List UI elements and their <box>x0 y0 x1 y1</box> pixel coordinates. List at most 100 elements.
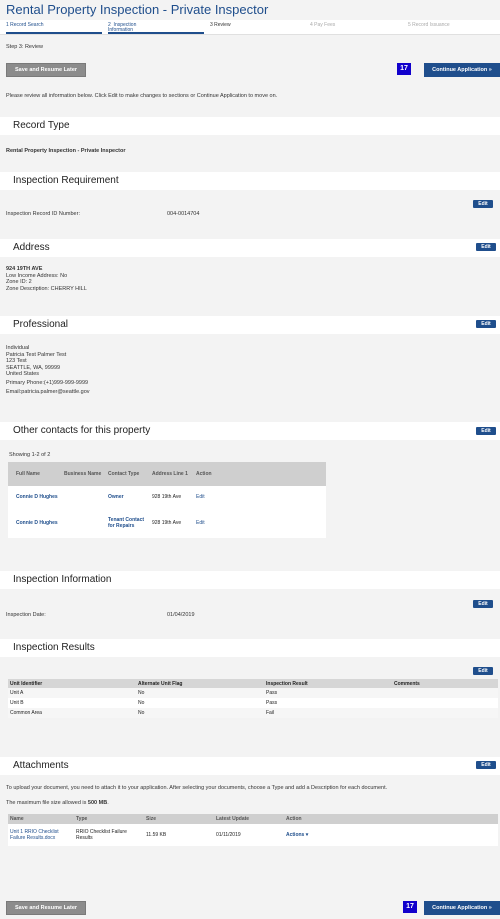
unit-identifier: Unit B <box>10 700 24 706</box>
alternate-unit-flag: No <box>138 710 145 716</box>
attachment-name-link[interactable]: Unit 1 RRIO Checklist Failure Results.do… <box>8 824 74 846</box>
contact-name-link[interactable]: Connie D Hughes <box>8 486 62 508</box>
contact-type: Owner <box>106 486 150 508</box>
address-zone-description: Zone Description: CHERRY HILL <box>6 285 87 292</box>
professional-email: Email:patricia.palmer@seattle.gov <box>6 389 90 395</box>
step-label: 2 Inspection Information <box>108 22 137 33</box>
step-inspection-information[interactable]: 2 Inspection Information <box>108 20 204 34</box>
max-file-size-text: The maximum file size allowed is 500 MB. <box>6 800 109 806</box>
step-record-issuance: 5 Record Issuance <box>408 20 498 34</box>
attachment-size: 11.59 KB <box>144 824 214 846</box>
save-resume-later-button[interactable]: Save and Resume Later <box>6 63 86 77</box>
step-label: 4 Pay Fees <box>310 22 336 28</box>
continue-application-button[interactable]: Continue Application » <box>424 901 500 915</box>
comments <box>392 708 498 718</box>
inspection-date-value: 01/04/2019 <box>167 612 195 618</box>
edit-button[interactable]: Edit <box>476 243 496 251</box>
record-type-value: Rental Property Inspection - Private Ins… <box>6 148 126 154</box>
contact-name-link[interactable]: Connie D Hughes <box>8 508 62 538</box>
section-title: Inspection Information <box>13 574 112 585</box>
section-header-attachments: Attachments <box>0 757 500 775</box>
comments <box>392 688 498 698</box>
contact-business <box>62 486 106 508</box>
attachment-type: RRIO Checklist Failure Results <box>74 824 144 846</box>
step-record-search[interactable]: 1 Record Search <box>6 20 102 34</box>
professional-country: United States <box>6 371 40 377</box>
professional-phone: Primary Phone:(+1)999-999-9999 <box>6 379 89 386</box>
inspection-result: Pass <box>266 690 278 696</box>
contact-edit-link[interactable]: Edit <box>194 508 326 538</box>
step-progress-bar: 1 Record Search 2 Inspection Information… <box>0 20 500 35</box>
section-title: Other contacts for this property <box>13 425 151 436</box>
section-header-inspection-requirement: Inspection Requirement <box>0 172 500 190</box>
column-header: Name <box>8 814 74 824</box>
attachments-table: Name Type Size Latest Update Action Unit… <box>8 814 498 846</box>
attachment-actions-dropdown[interactable]: Actions ▾ <box>284 824 498 846</box>
section-title: Attachments <box>13 760 69 771</box>
section-title: Address <box>13 242 50 253</box>
step-pay-fees: 4 Pay Fees <box>310 20 400 34</box>
section-title: Record Type <box>13 120 70 131</box>
table-row: Unit A No Pass <box>8 688 498 698</box>
edit-button[interactable]: Edit <box>473 600 493 608</box>
table-row: Unit B No Pass <box>8 698 498 708</box>
section-header-address: Address <box>0 239 500 257</box>
professional-block: Individual Patricia Test Palmer Test 123… <box>6 345 90 396</box>
edit-button[interactable]: Edit <box>476 320 496 328</box>
step-review: 3 Review <box>210 20 306 34</box>
address-block: 924 19TH AVE Low Income Address: No Zone… <box>6 266 87 292</box>
column-header: Size <box>144 814 214 824</box>
page-title: Rental Property Inspection - Private Ins… <box>6 2 269 17</box>
table-row: Connie D Hughes Tenant Contact for Repai… <box>8 508 326 538</box>
edit-button[interactable]: Edit <box>476 427 496 435</box>
edit-button[interactable]: Edit <box>473 200 493 208</box>
column-header[interactable]: Contact Type <box>106 462 150 486</box>
contact-edit-link[interactable]: Edit <box>194 486 326 508</box>
step-label: 3 Review <box>210 22 231 28</box>
table-header-row: Name Type Size Latest Update Action <box>8 814 498 824</box>
table-row: Connie D Hughes Owner 928 19th Ave Edit <box>8 486 326 508</box>
inspection-result: Fail <box>266 710 275 716</box>
column-header: Type <box>74 814 144 824</box>
inspection-result: Pass <box>266 700 278 706</box>
step-label: 5 Record Issuance <box>408 22 450 28</box>
comments <box>392 698 498 708</box>
max-size-prefix: The maximum file size allowed is <box>6 800 88 806</box>
step-heading: Step 3: Review <box>6 44 43 50</box>
max-size-suffix: . <box>107 800 109 806</box>
column-header: Comments <box>392 679 498 688</box>
inspection-record-id-label: Inspection Record ID Number: <box>6 211 80 217</box>
unit-identifier: Unit A <box>10 690 24 696</box>
section-title: Inspection Requirement <box>13 175 119 186</box>
notification-badge[interactable]: 17 <box>403 901 417 913</box>
edit-button[interactable]: Edit <box>473 667 493 675</box>
contact-business <box>62 508 106 538</box>
column-header[interactable]: Address Line 1 <box>150 462 194 486</box>
save-resume-later-button[interactable]: Save and Resume Later <box>6 901 86 915</box>
table-row: Unit 1 RRIO Checklist Failure Results.do… <box>8 824 498 846</box>
contact-type: Tenant Contact for Repairs <box>106 508 150 538</box>
contacts-showing-count: Showing 1-2 of 2 <box>9 452 51 458</box>
column-header[interactable]: Full Name <box>8 462 62 486</box>
unit-identifier: Common Area <box>10 710 42 716</box>
inspection-record-id-value: 004-0014704 <box>167 211 200 217</box>
column-header[interactable]: Business Name <box>62 462 106 486</box>
contact-address: 928 19th Ave <box>150 486 194 508</box>
continue-application-button[interactable]: Continue Application » <box>424 63 500 77</box>
contact-address: 928 19th Ave <box>150 508 194 538</box>
inspection-results-table: Unit Identifier Alternate Unit Flag Insp… <box>8 679 498 718</box>
edit-button[interactable]: Edit <box>476 761 496 769</box>
alternate-unit-flag: No <box>138 700 145 706</box>
notification-badge[interactable]: 17 <box>397 63 411 75</box>
table-header-row: Full Name Business Name Contact Type Add… <box>8 462 326 486</box>
section-header-inspection-results: Inspection Results <box>0 639 500 657</box>
alternate-unit-flag: No <box>138 690 145 696</box>
inspection-date-label: Inspection Date: <box>6 612 46 618</box>
column-header: Alternate Unit Flag <box>136 679 264 688</box>
column-header: Latest Update <box>214 814 284 824</box>
column-header: Inspection Result <box>264 679 392 688</box>
max-size-value: 500 MB <box>87 800 108 806</box>
section-header-other-contacts: Other contacts for this property <box>0 422 500 440</box>
step-label: 1 Record Search <box>6 22 44 28</box>
table-row: Common Area No Fail <box>8 708 498 718</box>
